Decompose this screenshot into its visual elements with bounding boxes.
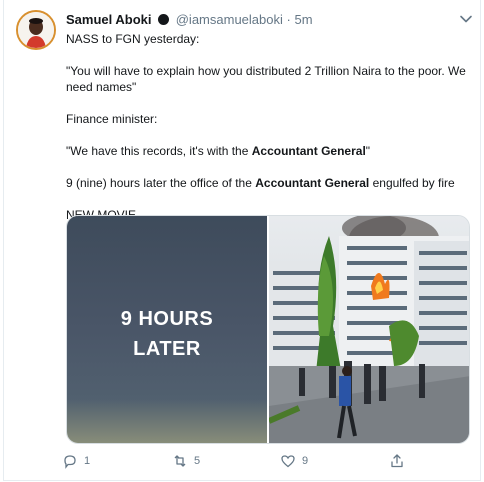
tweet-header: Samuel Aboki @iamsamuelaboki · 5m [66, 12, 313, 27]
avatar-portrait [18, 12, 54, 48]
tweet-card: Samuel Aboki @iamsamuelaboki · 5m NASS t… [3, 0, 481, 481]
separator: · [286, 12, 291, 27]
tweet-quote: "We have this records, it's with the Acc… [66, 143, 471, 159]
media-image-right[interactable] [267, 216, 469, 443]
author-name[interactable]: Samuel Aboki [66, 12, 151, 27]
quote-text: "We have this records, it's with the [66, 144, 252, 158]
retweet-action[interactable]: 5 [172, 453, 200, 469]
tweet-media[interactable]: 9 HOURS LATER [66, 215, 470, 444]
author-handle[interactable]: @iamsamuelaboki [176, 12, 283, 27]
tweet-line: NASS to FGN yesterday: [66, 32, 200, 46]
reply-icon [64, 455, 76, 469]
tweet-text: NASS to FGN yesterday: "You will have to… [66, 31, 471, 223]
fire-bold: Accountant General [255, 176, 370, 190]
tweet-line: "You will have to explain how you distri… [66, 64, 466, 94]
tweet-fire-line: 9 (nine) hours later the office of the A… [66, 175, 471, 191]
timestamp[interactable]: 5m [294, 12, 312, 27]
fire-end: engulfed by fire [369, 176, 455, 190]
chevron-down-icon[interactable] [459, 12, 473, 26]
later-caption: 9 HOURS LATER [67, 304, 267, 364]
like-action[interactable]: 9 [280, 453, 308, 469]
media-image-left[interactable]: 9 HOURS LATER [67, 216, 267, 443]
tweet-line: Finance minister: [66, 112, 158, 126]
retweet-count: 5 [194, 455, 201, 467]
like-count: 9 [302, 455, 309, 467]
quote-end: " [365, 144, 371, 158]
verified-icon [158, 14, 170, 25]
fire-text: 9 (nine) hours later the office of the [66, 176, 256, 190]
share-action[interactable] [389, 453, 405, 469]
reply-count: 1 [84, 455, 91, 467]
caption-line: LATER [133, 338, 201, 360]
reply-action[interactable]: 1 [62, 453, 90, 469]
caption-line: 9 HOURS [120, 308, 214, 330]
quote-bold: Accountant General [251, 144, 366, 158]
share-icon [391, 454, 403, 468]
retweet-icon [174, 455, 186, 467]
burning-building-photo [267, 216, 469, 443]
avatar[interactable] [16, 10, 56, 50]
tweet-actions: 1 5 9 [4, 453, 484, 471]
heart-icon [281, 455, 295, 468]
